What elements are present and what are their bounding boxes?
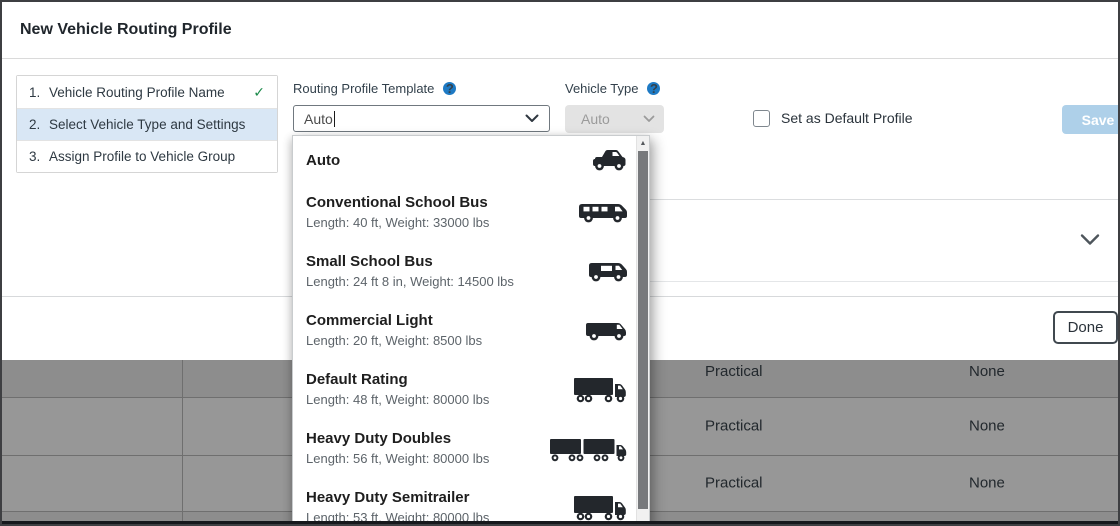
table-column-border <box>182 360 183 521</box>
check-icon: ✓ <box>253 84 265 101</box>
small-school-bus-icon <box>585 258 629 284</box>
routing-profile-template-dropdown: Auto Conventional School Bus Length: 40 … <box>292 135 650 526</box>
routing-profile-template-input[interactable]: Auto <box>293 105 550 132</box>
item-title: Commercial Light <box>306 311 575 330</box>
semi-truck-icon <box>573 374 629 404</box>
dropdown-item-conventional-school-bus[interactable]: Conventional School Bus Length: 40 ft, W… <box>306 182 636 241</box>
item-title: Heavy Duty Semitrailer <box>306 488 565 507</box>
restriction-cell: None <box>969 417 1005 434</box>
item-title: Heavy Duty Doubles <box>306 429 541 448</box>
step-number: 2. <box>29 117 49 132</box>
step-item-profile-name[interactable]: 1. Vehicle Routing Profile Name ✓ <box>17 76 277 108</box>
routing-type-cell: Practical <box>705 474 763 491</box>
set-default-profile-field: Set as Default Profile <box>753 108 913 128</box>
step-item-vehicle-group[interactable]: 3. Assign Profile to Vehicle Group <box>17 140 277 172</box>
dropdown-item-list: Auto Conventional School Bus Length: 40 … <box>293 136 636 526</box>
routing-type-cell: Practical <box>705 363 763 380</box>
text-caret <box>334 111 335 127</box>
item-title: Small School Bus <box>306 252 577 271</box>
bottom-dark-strip <box>2 521 1118 526</box>
done-button[interactable]: Done <box>1053 311 1118 344</box>
chevron-down-icon <box>643 115 655 123</box>
vehicle-type-label: Vehicle Type ? <box>565 81 660 95</box>
help-icon[interactable]: ? <box>647 82 660 95</box>
step-label: Assign Profile to Vehicle Group <box>49 149 235 164</box>
dropdown-item-commercial-light[interactable]: Commercial Light Length: 20 ft, Weight: … <box>306 300 636 359</box>
dropdown-item-auto[interactable]: Auto <box>306 138 636 182</box>
dropdown-scrollbar[interactable]: ▲ <box>636 136 649 526</box>
page-title: New Vehicle Routing Profile <box>20 21 232 39</box>
set-default-label: Set as Default Profile <box>781 110 913 126</box>
routing-type-cell: Practical <box>705 417 763 434</box>
routing-profile-template-label: Routing Profile Template ? <box>293 81 456 95</box>
school-bus-icon <box>577 199 629 225</box>
set-default-checkbox[interactable] <box>753 110 770 127</box>
item-title: Default Rating <box>306 370 565 389</box>
item-subtitle: Length: 48 ft, Weight: 80000 lbs <box>306 392 565 408</box>
dropdown-item-heavy-duty-semitrailer[interactable]: Heavy Duty Semitrailer Length: 53 ft, We… <box>306 477 636 526</box>
item-subtitle: Length: 56 ft, Weight: 80000 lbs <box>306 451 541 467</box>
dropdown-item-heavy-duty-doubles[interactable]: Heavy Duty Doubles Length: 56 ft, Weight… <box>306 418 636 477</box>
semi-truck-icon <box>573 492 629 522</box>
chevron-down-icon[interactable] <box>525 114 539 123</box>
dropdown-item-small-school-bus[interactable]: Small School Bus Length: 24 ft 8 in, Wei… <box>306 241 636 300</box>
box-truck-icon <box>583 317 629 343</box>
item-title: Auto <box>306 151 581 170</box>
item-subtitle: Length: 24 ft 8 in, Weight: 14500 lbs <box>306 274 577 290</box>
select-value: Auto <box>581 111 610 127</box>
double-trailer-truck-icon <box>549 433 629 463</box>
step-label: Select Vehicle Type and Settings <box>49 117 245 132</box>
restriction-cell: None <box>969 474 1005 491</box>
restriction-cell: None <box>969 363 1005 380</box>
scroll-up-icon[interactable]: ▲ <box>637 136 649 150</box>
dropdown-item-default-rating[interactable]: Default Rating Length: 48 ft, Weight: 80… <box>306 359 636 418</box>
step-number: 3. <box>29 149 49 164</box>
dialog-header: New Vehicle Routing Profile <box>2 2 1118 59</box>
car-icon <box>589 147 629 173</box>
step-number: 1. <box>29 85 49 100</box>
vehicle-type-select: Auto <box>565 105 664 133</box>
help-icon[interactable]: ? <box>443 82 456 95</box>
item-subtitle: Length: 40 ft, Weight: 33000 lbs <box>306 215 569 231</box>
item-title: Conventional School Bus <box>306 193 569 212</box>
wizard-steps: 1. Vehicle Routing Profile Name ✓ 2. Sel… <box>16 75 278 173</box>
step-item-vehicle-type[interactable]: 2. Select Vehicle Type and Settings <box>17 108 277 140</box>
scrollbar-thumb[interactable] <box>638 151 648 509</box>
step-label: Vehicle Routing Profile Name <box>49 85 225 100</box>
item-subtitle: Length: 20 ft, Weight: 8500 lbs <box>306 333 575 349</box>
vehicle-routing-profile-dialog: New Vehicle Routing Profile 1. Vehicle R… <box>0 0 1120 526</box>
save-button[interactable]: Save <box>1062 105 1120 134</box>
expand-section-chevron-icon[interactable] <box>1080 233 1100 246</box>
input-value: Auto <box>304 111 333 127</box>
